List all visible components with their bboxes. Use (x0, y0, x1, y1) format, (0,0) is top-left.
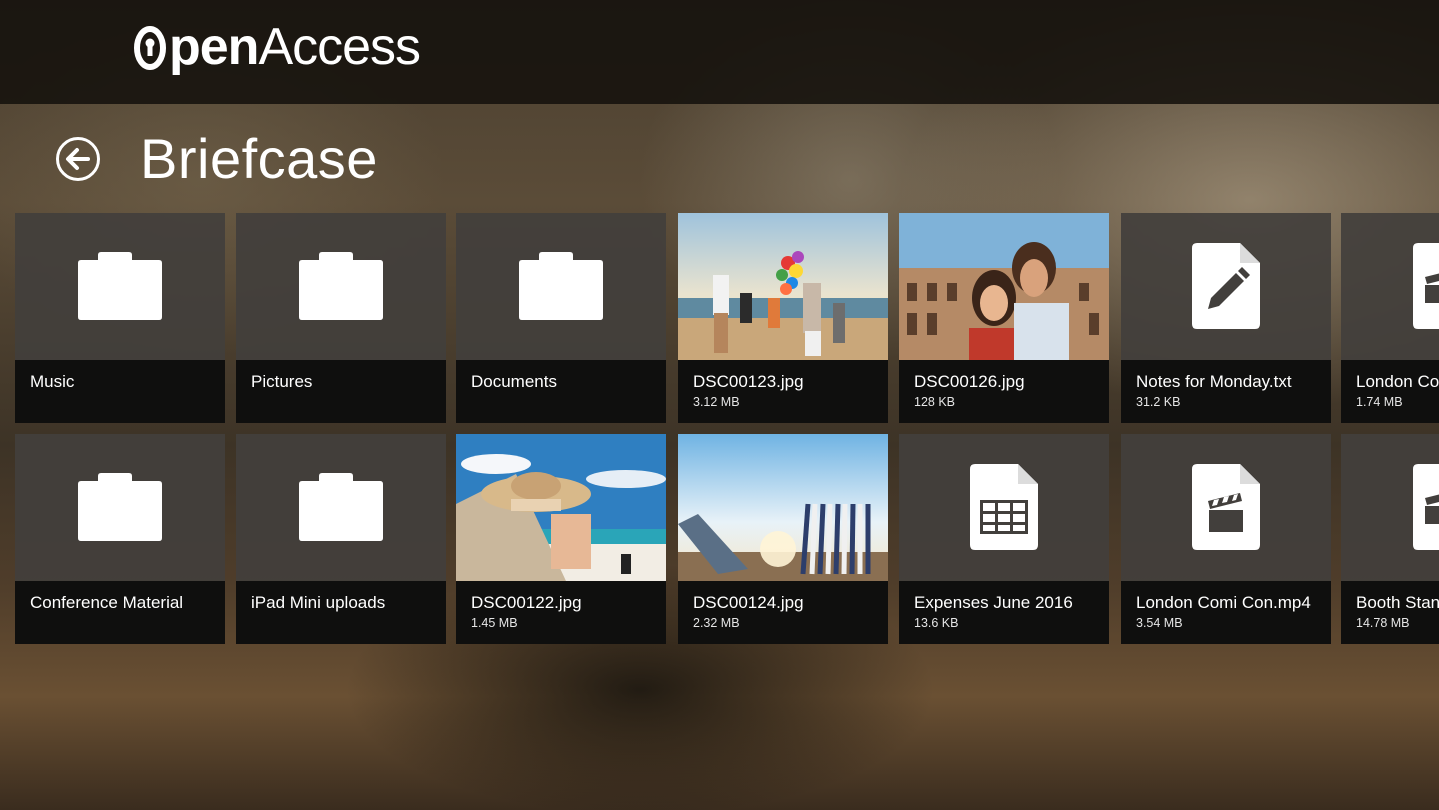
item-name: London Co (1356, 372, 1439, 391)
item-size: 14.78 MB (1356, 616, 1410, 630)
photo-tile-dsc00126[interactable]: DSC00126.jpg 128 KB (899, 213, 1109, 423)
item-name: DSC00126.jpg (914, 372, 1025, 391)
tile-caption: iPad Mini uploads (236, 581, 446, 644)
tile-caption: Booth Stan 14.78 MB (1341, 581, 1439, 644)
app-header: pen Access (0, 0, 1439, 104)
tile-caption: London Co 1.74 MB (1341, 360, 1439, 423)
folder-icon (78, 473, 162, 541)
keyhole-o-icon (134, 26, 166, 70)
tile-caption: Expenses June 2016 13.6 KB (899, 581, 1109, 644)
file-tile-london-comic-con-partial[interactable]: London Co 1.74 MB (1341, 213, 1439, 423)
folder-tile-music[interactable]: Music (15, 213, 225, 423)
tile-caption: DSC00124.jpg 2.32 MB (678, 581, 888, 644)
item-name: DSC00122.jpg (471, 593, 582, 612)
tile-caption: London Comi Con.mp4 3.54 MB (1121, 581, 1331, 644)
tile-caption: DSC00122.jpg 1.45 MB (456, 581, 666, 644)
item-size: 1.45 MB (471, 616, 518, 630)
beach-balloons-photo-thumbnail (678, 213, 888, 360)
tile-caption: Documents (456, 360, 666, 423)
item-size: 31.2 KB (1136, 395, 1181, 409)
colosseum-couple-photo-thumbnail (899, 213, 1109, 360)
photo-tile-dsc00122[interactable]: DSC00122.jpg 1.45 MB (456, 434, 666, 644)
item-name: Booth Stan (1356, 593, 1439, 612)
video-file-icon (1413, 243, 1439, 329)
folder-tile-pictures[interactable]: Pictures (236, 213, 446, 423)
photo-tile-dsc00123[interactable]: DSC00123.jpg 3.12 MB (678, 213, 888, 423)
brand-pen: pen (169, 18, 259, 76)
item-name: Pictures (251, 372, 313, 391)
tile-caption: Pictures (236, 360, 446, 423)
tile-caption: Notes for Monday.txt 31.2 KB (1121, 360, 1331, 423)
page-title: Briefcase (140, 127, 378, 190)
item-size: 1.74 MB (1356, 395, 1403, 409)
folder-tile-ipad-mini-uploads[interactable]: iPad Mini uploads (236, 434, 446, 644)
beach-hat-photo-thumbnail (456, 434, 666, 581)
video-file-icon (1413, 464, 1439, 550)
tile-caption: DSC00123.jpg 3.12 MB (678, 360, 888, 423)
item-name: DSC00124.jpg (693, 593, 804, 612)
folder-icon (78, 252, 162, 320)
file-tile-notes-for-monday[interactable]: Notes for Monday.txt 31.2 KB (1121, 213, 1331, 423)
folder-tile-conference-material[interactable]: Conference Material (15, 434, 225, 644)
tile-caption: Music (15, 360, 225, 423)
tile-caption: DSC00126.jpg 128 KB (899, 360, 1109, 423)
folder-icon (519, 252, 603, 320)
folder-icon (299, 473, 383, 541)
folder-tile-documents[interactable]: Documents (456, 213, 666, 423)
file-tile-booth-stand-partial[interactable]: Booth Stan 14.78 MB (1341, 434, 1439, 644)
item-size: 128 KB (914, 395, 956, 409)
file-tile-london-comi-con[interactable]: London Comi Con.mp4 3.54 MB (1121, 434, 1331, 644)
item-name: Conference Material (30, 593, 184, 612)
photo-tile-dsc00124[interactable]: DSC00124.jpg 2.32 MB (678, 434, 888, 644)
file-tile-expenses-june-2016[interactable]: Expenses June 2016 13.6 KB (899, 434, 1109, 644)
item-name: DSC00123.jpg (693, 372, 804, 391)
back-arrow-circle-icon[interactable] (55, 136, 101, 182)
item-name: London Comi Con.mp4 (1136, 593, 1311, 612)
brand-access: Access (258, 18, 421, 76)
item-name: iPad Mini uploads (251, 593, 386, 612)
item-name: Notes for Monday.txt (1136, 372, 1292, 391)
video-file-clapperboard-icon (1192, 464, 1260, 550)
item-size: 13.6 KB (914, 616, 959, 630)
item-name: Music (30, 372, 75, 391)
spreadsheet-file-icon (970, 464, 1038, 550)
folder-icon (299, 252, 383, 320)
item-name: Documents (471, 372, 557, 391)
item-size: 3.12 MB (693, 395, 740, 409)
tile-caption: Conference Material (15, 581, 225, 644)
item-name: Expenses June 2016 (914, 593, 1073, 612)
item-size: 2.32 MB (693, 616, 740, 630)
item-size: 3.54 MB (1136, 616, 1183, 630)
deck-chairs-photo-thumbnail (678, 434, 888, 581)
text-file-pencil-icon (1192, 243, 1260, 329)
openaccess-logo: pen Access (133, 14, 421, 80)
